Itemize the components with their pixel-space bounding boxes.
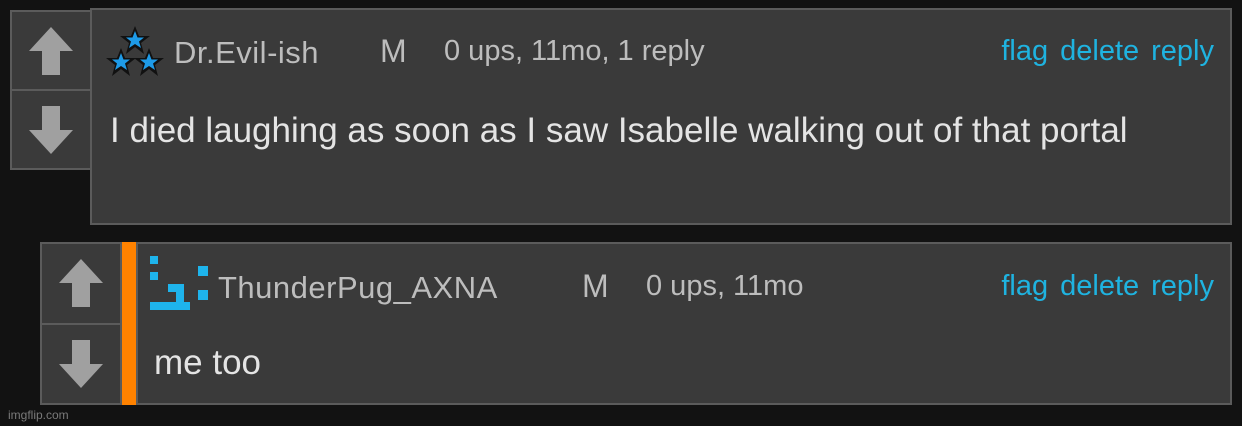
comment-username[interactable]: Dr.Evil-ish: [174, 35, 319, 71]
comment-thread: Dr.Evil-ish M 0 ups, 11mo, 1 reply flag …: [0, 0, 1242, 426]
vote-column: [40, 242, 122, 405]
reply-link[interactable]: reply: [1151, 35, 1214, 68]
watermark: imgflip.com: [8, 408, 69, 422]
three-stars-icon[interactable]: [106, 24, 164, 78]
comment-actions: flag delete reply: [1001, 35, 1214, 68]
comment: Dr.Evil-ish M 0 ups, 11mo, 1 reply flag …: [90, 8, 1232, 225]
comment-body: me too: [154, 343, 261, 382]
arrow-down-icon: [29, 105, 73, 154]
downvote-button[interactable]: [12, 89, 90, 168]
pixel-avatar-icon[interactable]: [148, 254, 210, 314]
mod-badge: M: [582, 268, 609, 304]
delete-link[interactable]: delete: [1060, 270, 1139, 303]
reply-link[interactable]: reply: [1151, 270, 1214, 303]
comment-body: I died laughing as soon as I saw Isabell…: [110, 111, 1128, 150]
flag-link[interactable]: flag: [1001, 270, 1048, 303]
comment-actions: flag delete reply: [1001, 270, 1214, 303]
upvote-button[interactable]: [42, 244, 120, 323]
downvote-button[interactable]: [42, 322, 120, 404]
delete-link[interactable]: delete: [1060, 35, 1139, 68]
arrow-down-icon: [59, 339, 103, 388]
arrow-up-icon: [29, 26, 73, 75]
comment-reply: ThunderPug_AXNA M 0 ups, 11mo flag delet…: [136, 242, 1232, 405]
comment-username[interactable]: ThunderPug_AXNA: [218, 270, 498, 306]
flag-link[interactable]: flag: [1001, 35, 1048, 68]
arrow-up-icon: [59, 259, 103, 308]
upvote-button[interactable]: [12, 12, 90, 89]
vote-column: [10, 10, 92, 170]
comment-meta: 0 ups, 11mo: [646, 270, 804, 302]
comment-meta: 0 ups, 11mo, 1 reply: [444, 35, 705, 67]
mod-badge: M: [380, 33, 407, 69]
